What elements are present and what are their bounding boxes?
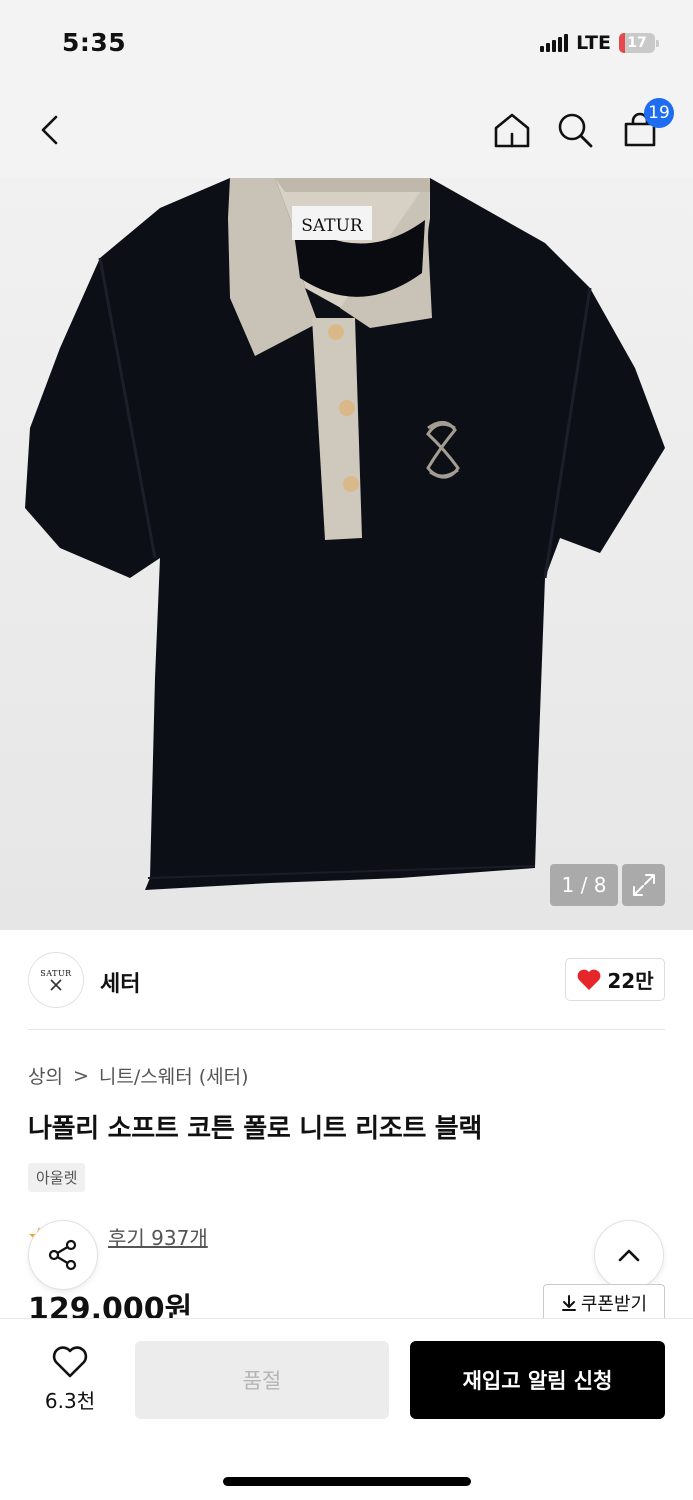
bottom-action-bar: 6.3천 품절 재입고 알림 신청 bbox=[0, 1318, 693, 1500]
back-icon bbox=[41, 115, 58, 145]
cart-count-badge: 19 bbox=[644, 98, 674, 128]
top-nav-bar: 19 bbox=[0, 86, 693, 178]
expand-icon bbox=[632, 874, 655, 896]
cart-button[interactable]: 19 bbox=[614, 98, 674, 156]
brand-name[interactable]: 세터 bbox=[100, 966, 140, 998]
wishlist-button[interactable]: 6.3천 bbox=[30, 1345, 110, 1414]
status-time: 5:35 bbox=[62, 28, 127, 57]
brand-row[interactable]: SATUR 세터 22만 bbox=[28, 952, 665, 1010]
divider bbox=[28, 1029, 665, 1030]
brand-logo-text: SATUR bbox=[40, 968, 72, 978]
chevron-up-icon bbox=[618, 1249, 640, 1262]
review-count-link[interactable]: 후기 937개 bbox=[108, 1222, 208, 1251]
back-button[interactable] bbox=[24, 104, 76, 156]
image-counter: 1 / 8 bbox=[550, 864, 618, 906]
coupon-label: 쿠폰받기 bbox=[580, 1294, 648, 1315]
expand-image-button[interactable] bbox=[622, 864, 665, 906]
brand-logo[interactable]: SATUR bbox=[28, 952, 84, 1008]
network-label: LTE bbox=[576, 32, 611, 54]
brand-emblem-icon bbox=[50, 978, 62, 991]
breadcrumb-separator: > bbox=[72, 1064, 89, 1087]
outlet-tag: 아울렛 bbox=[28, 1163, 86, 1192]
breadcrumb-subcategory[interactable]: 니트/스웨터 (세터) bbox=[99, 1062, 249, 1089]
restock-alert-button[interactable]: 재입고 알림 신청 bbox=[410, 1341, 665, 1419]
wishlist-count: 6.3천 bbox=[44, 1389, 96, 1413]
share-button[interactable] bbox=[28, 1220, 98, 1290]
product-image-carousel[interactable]: SATUR 1 / 8 bbox=[0, 178, 693, 930]
heart-filled-icon bbox=[577, 969, 601, 990]
brand-like-count: 22만 bbox=[607, 969, 654, 993]
battery-icon: 17 bbox=[619, 33, 659, 53]
brand-like-button[interactable]: 22만 bbox=[565, 958, 665, 1001]
share-icon bbox=[48, 1239, 77, 1271]
battery-level: 17 bbox=[627, 35, 647, 51]
search-icon bbox=[558, 113, 593, 148]
search-button[interactable] bbox=[549, 104, 601, 156]
coupon-button[interactable]: 쿠폰받기 bbox=[543, 1284, 665, 1322]
soldout-button: 품절 bbox=[135, 1341, 389, 1419]
download-icon bbox=[561, 1295, 576, 1311]
product-title: 나폴리 소프트 코튼 폴로 니트 리조트 블랙 bbox=[28, 1114, 483, 1144]
home-indicator[interactable] bbox=[223, 1477, 471, 1486]
breadcrumb: 상의 > 니트/스웨터 (세터) bbox=[28, 1062, 249, 1089]
status-bar: 5:35 LTE 17 bbox=[0, 0, 693, 86]
breadcrumb-category[interactable]: 상의 bbox=[28, 1062, 63, 1089]
heart-outline-icon bbox=[52, 1346, 88, 1378]
shirt-label: SATUR bbox=[301, 216, 364, 236]
scroll-to-top-button[interactable] bbox=[594, 1220, 664, 1290]
signal-icon bbox=[540, 34, 569, 52]
home-button[interactable] bbox=[486, 104, 538, 156]
status-indicators: LTE 17 bbox=[540, 32, 659, 54]
home-icon bbox=[494, 113, 530, 148]
product-photo: SATUR bbox=[25, 178, 665, 890]
